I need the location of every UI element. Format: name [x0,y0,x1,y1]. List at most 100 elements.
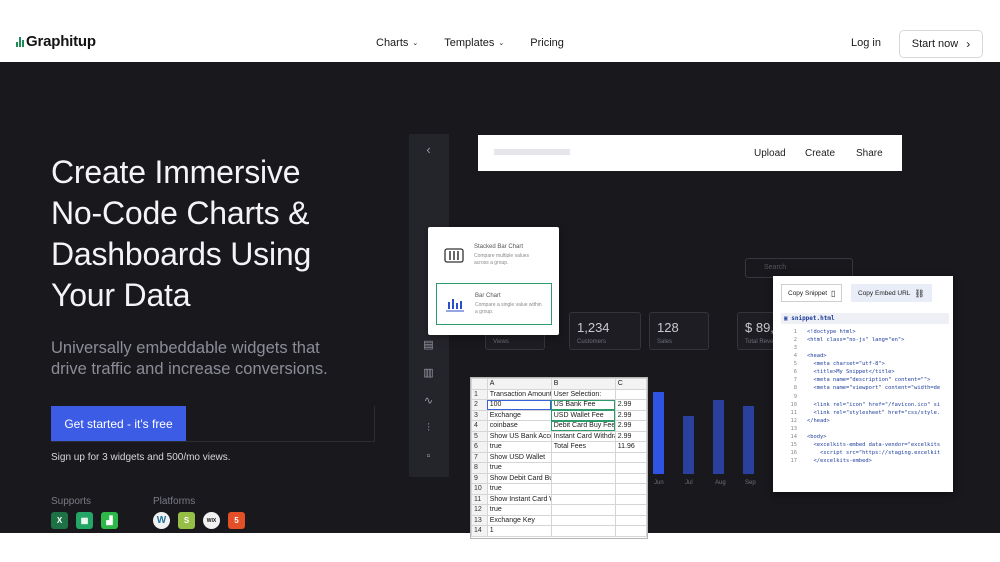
file-tab[interactable]: ▣ snippet.html [781,313,949,324]
row-number: 6 [471,441,488,453]
logo-bars-icon [16,36,24,47]
dashboard-mockup: ‹ ▤ ▥ ∿ ⫶ ▫ Upload Create Share Search V… [409,134,979,554]
brand-logo[interactable]: Graphitup [16,33,96,50]
start-now-button[interactable]: Start now › [899,30,983,58]
table-cell[interactable]: Transaction Amount [486,388,552,400]
google-sheets-icon: ▦ [76,512,93,529]
table-cell[interactable] [614,504,648,516]
table-cell[interactable]: Show USD Wallet [486,451,552,463]
table-cell[interactable]: true [486,441,552,453]
table-cell[interactable]: true [486,483,552,495]
table-cell[interactable]: 11.96 [614,441,648,453]
create-button[interactable]: Create [805,148,835,159]
line-number: 15 [790,441,798,448]
table-cell[interactable]: coinbase [486,420,552,432]
spreadsheet-table: A B C 1 Transaction Amount User Selection:… [471,378,648,537]
bar-chart-icon [446,299,464,312]
login-link[interactable]: Log in [851,37,881,49]
column-header[interactable]: A [486,378,552,390]
table-cell[interactable]: true [486,462,552,474]
line-number: 7 [793,377,797,384]
table-cell[interactable]: 2.99 [614,399,648,411]
nav-item-pricing[interactable]: Pricing [530,37,564,49]
table-cell[interactable]: Show US Bank Account [486,430,552,442]
table-cell[interactable] [614,451,648,463]
code-line: 17 </excelkits-embed> [781,457,949,465]
table-icon[interactable]: ▤ [420,338,437,351]
table-cell[interactable]: Show Debit Card Buy [486,472,552,484]
table-cell[interactable]: 2.99 [614,430,648,442]
nav-item-charts[interactable]: Charts ⌄ [376,37,418,49]
option-title: Bar Chart [475,293,501,299]
title-placeholder [494,149,570,155]
table-cell[interactable]: Total Fees [550,441,616,453]
code-line: 4 <head> [781,352,949,360]
bar-chart-icon[interactable]: ▥ [420,366,437,379]
table-cell[interactable]: User Selection: [550,388,616,400]
supports-label: Supports [51,496,92,507]
code-editor[interactable]: 1 <!doctype html> 2 <html class="no-js" lan… [781,328,949,488]
column-header[interactable]: C [614,378,648,390]
month-label: Aug [715,480,726,486]
code-line: 2 <html class="no-js" lang="en"> [781,336,949,344]
table-cell[interactable]: Instant Card Withdraw [550,430,616,442]
row-number: 8 [471,462,488,474]
table-cell[interactable] [550,504,616,516]
platforms-label: Platforms [153,496,196,507]
table-cell[interactable] [550,483,616,495]
code-line: 7 <meta name="description" content=""> [781,376,949,384]
numbers-icon: ▟ [101,512,118,529]
table-cell[interactable] [614,525,648,537]
table-cell[interactable]: USD Wallet Fee [550,409,616,421]
table-cell[interactable] [614,462,648,474]
table-cell[interactable] [550,472,616,484]
code-text: <link rel="stylesheet" href="css/style. [807,409,941,416]
table-cell[interactable] [614,493,648,505]
table-cell[interactable] [550,462,616,474]
nav-item-label: Charts [376,37,409,49]
excel-icon: X [51,512,68,529]
table-cell[interactable]: 100 [486,399,552,411]
main-nav: Charts ⌄ Templates ⌄ Pricing [376,37,564,49]
copy-snippet-button[interactable]: Copy Snippet ▯ [781,284,843,302]
table-cell[interactable]: Exchange Key [486,514,552,526]
stat-value: 128 [657,320,679,335]
table-cell[interactable] [614,388,648,400]
table-cell[interactable]: Exchange [486,409,552,421]
upload-button[interactable]: Upload [754,148,786,159]
file-chart-icon[interactable]: ▫ [420,450,437,463]
table-cell[interactable] [614,514,648,526]
table-cell[interactable]: 2.99 [614,420,648,432]
table-cell[interactable] [550,493,616,505]
table-cell[interactable] [614,472,648,484]
code-text: <script src="https://staging.excelkit [807,449,941,456]
table-cell[interactable] [550,525,616,537]
chevron-left-icon[interactable]: ‹ [420,142,437,157]
hero-subtitle: Universally embeddable widgets that driv… [51,338,371,380]
table-cell[interactable]: US Bank Fee [550,399,616,411]
code-line: 1 <!doctype html> [781,328,949,336]
line-number: 2 [793,337,797,344]
share-button[interactable]: Share [856,148,883,159]
table-cell[interactable] [550,514,616,526]
stacked-bar-chart-option[interactable]: Stacked Bar Chart Compare multiple value… [436,235,552,277]
table-cell[interactable]: Debit Card Buy Fee [550,420,616,432]
bar-chart-option[interactable]: Bar Chart Compare a single value within … [436,283,552,325]
get-started-button[interactable]: Get started - it's free [51,406,186,441]
nav-item-templates[interactable]: Templates ⌄ [444,37,504,49]
copy-embed-url-button[interactable]: Copy Embed URL ⛓ [851,284,932,302]
sliders-icon[interactable]: ⫶ [420,422,437,435]
table-cell[interactable]: true [486,504,552,516]
dashboard-search-input[interactable]: Search [745,258,853,278]
row-number: 3 [471,409,488,421]
line-chart-icon[interactable]: ∿ [420,394,437,407]
column-header[interactable]: B [550,378,616,390]
table-cell[interactable]: Show Instant Card Withdraw [486,493,552,505]
line-number: 12 [790,417,798,424]
table-cell[interactable] [550,451,616,463]
stat-value: $ 89, [745,320,774,335]
table-cell[interactable]: 2.99 [614,409,648,421]
table-cell[interactable] [614,483,648,495]
row-number: 9 [471,472,488,484]
table-cell[interactable]: 1 [486,525,552,537]
